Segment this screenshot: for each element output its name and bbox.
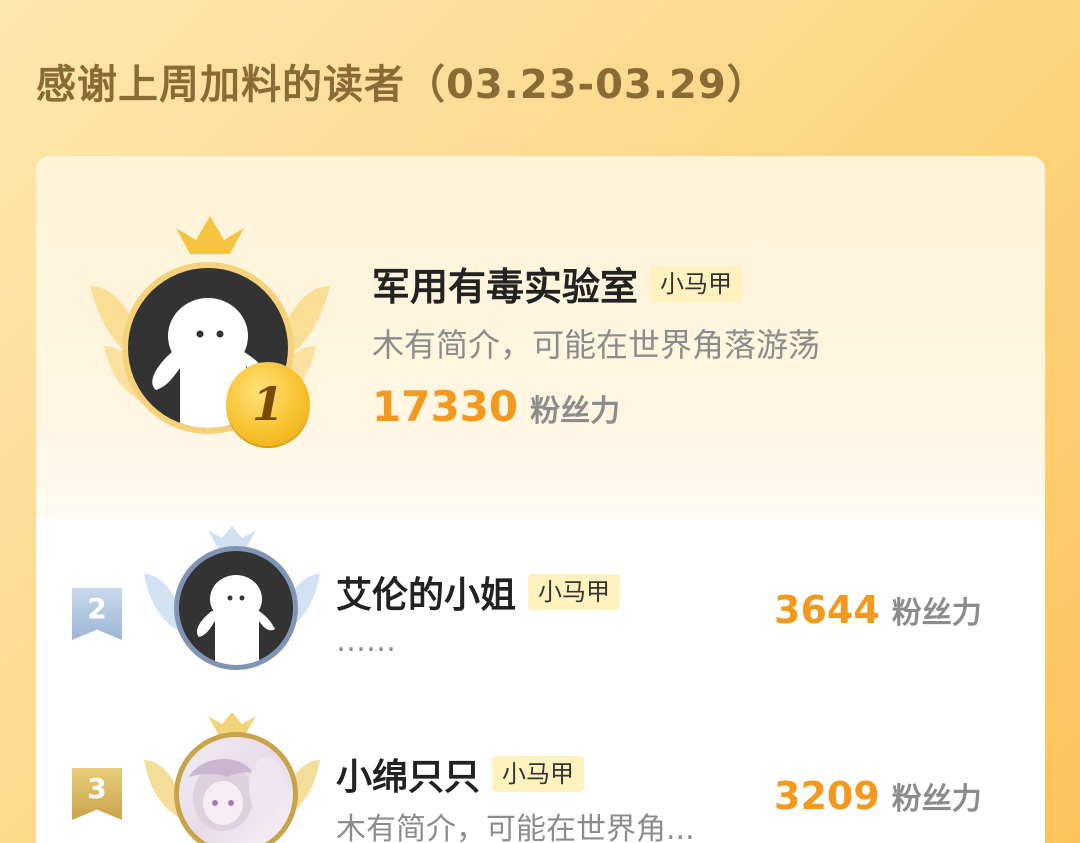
anime-girl-avatar-icon bbox=[189, 757, 285, 831]
rank-1-avatar-frame[interactable]: 1 bbox=[80, 216, 340, 456]
fans-value: 3644 bbox=[774, 588, 880, 632]
crown-icon bbox=[208, 526, 256, 548]
rank-1-medal: 1 bbox=[226, 362, 310, 446]
crown-icon bbox=[208, 712, 256, 734]
rank-2-avatar-frame[interactable] bbox=[142, 526, 322, 686]
rank-badge: 3 bbox=[72, 768, 122, 820]
ghost-avatar-icon bbox=[196, 575, 275, 665]
vest-tag: 小马甲 bbox=[650, 265, 743, 302]
fans-power: 3209 粉丝力 bbox=[774, 774, 982, 818]
list-item[interactable]: 3 小绵只只 小马甲 木有简介，可能在世界角... 3209 粉丝力 bbox=[36, 708, 1045, 843]
reader-name-row: 小绵只只 小马甲 bbox=[336, 748, 585, 800]
crown-icon bbox=[176, 216, 244, 254]
vest-tag: 小马甲 bbox=[492, 756, 585, 792]
reader-description: 木有简介，可能在世界角落游荡 bbox=[372, 326, 821, 364]
fans-value: 17330 bbox=[372, 382, 519, 431]
fans-unit: 粉丝力 bbox=[891, 596, 982, 631]
fans-unit: 粉丝力 bbox=[530, 394, 621, 429]
vest-tag: 小马甲 bbox=[528, 574, 621, 610]
fans-power: 3644 粉丝力 bbox=[774, 588, 982, 632]
ranking-card: 1 军用有毒实验室 小马甲 木有简介，可能在世界角落游荡 17330 粉丝力 2 bbox=[36, 156, 1045, 843]
rank-badge: 2 bbox=[72, 588, 122, 640]
fans-power: 17330 粉丝力 bbox=[372, 382, 620, 431]
reader-name-row: 艾伦的小姐 小马甲 bbox=[336, 566, 621, 618]
rank-1-name-row: 军用有毒实验室 小马甲 bbox=[372, 256, 743, 311]
rank-3-avatar-frame[interactable] bbox=[142, 712, 322, 843]
page-title: 感谢上周加料的读者（03.23-03.29） bbox=[36, 62, 768, 108]
avatar[interactable] bbox=[174, 546, 298, 670]
fans-value: 3209 bbox=[774, 774, 880, 818]
reader-name[interactable]: 小绵只只 bbox=[336, 748, 480, 800]
fans-unit: 粉丝力 bbox=[891, 782, 982, 817]
reader-name[interactable]: 艾伦的小姐 bbox=[336, 566, 516, 618]
list-item[interactable]: 2 艾伦的小姐 小马甲 …… 3644 粉丝力 bbox=[36, 524, 1045, 674]
reader-description: 木有简介，可能在世界角... bbox=[336, 812, 695, 843]
reader-description: …… bbox=[336, 624, 396, 659]
reader-name[interactable]: 军用有毒实验室 bbox=[372, 256, 638, 311]
top-reader-panel[interactable]: 1 军用有毒实验室 小马甲 木有简介，可能在世界角落游荡 17330 粉丝力 bbox=[36, 156, 1045, 518]
